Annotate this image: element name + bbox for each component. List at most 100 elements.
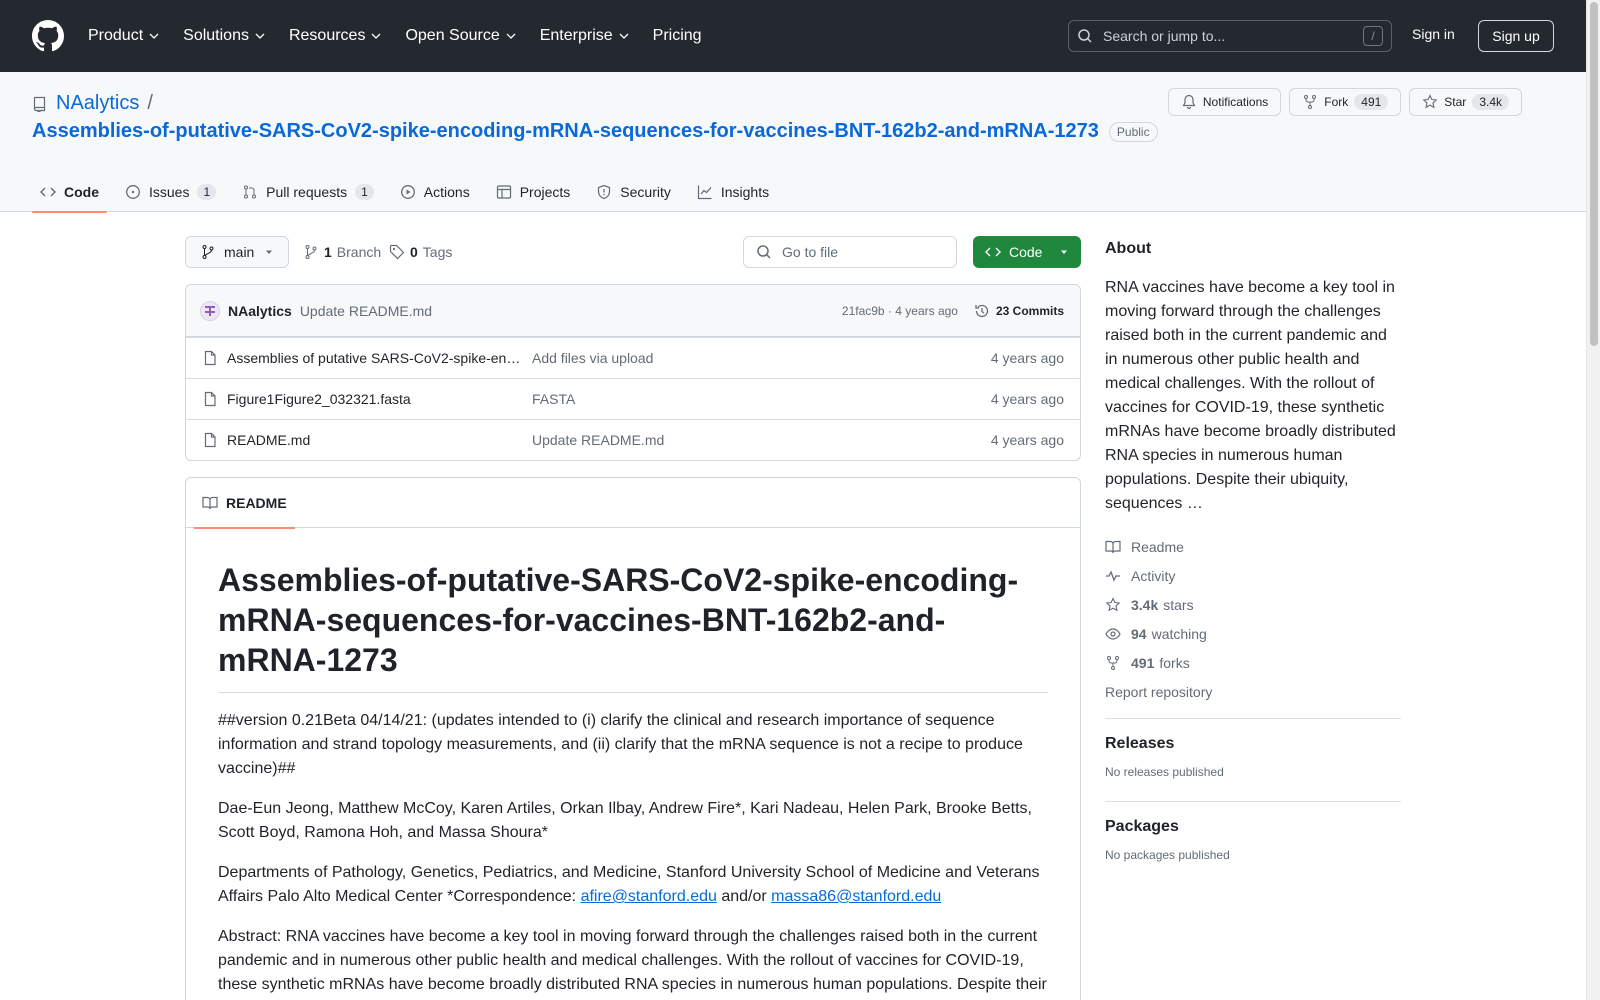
email-link-afire[interactable]: afire@stanford.edu	[581, 888, 717, 905]
fork-button[interactable]: Fork 491	[1289, 88, 1402, 116]
forks-link[interactable]: 491 forks	[1105, 648, 1401, 677]
tab-pull-requests-label: Pull requests	[266, 184, 348, 200]
readme-affiliation: Departments of Pathology, Genetics, Pedi…	[218, 861, 1048, 909]
readme-link[interactable]: Readme	[1105, 532, 1401, 561]
fork-label: Fork	[1324, 95, 1349, 109]
star-icon	[1422, 94, 1438, 109]
tab-issues-label: Issues	[149, 184, 190, 200]
nav-resources-label: Resources	[288, 27, 366, 44]
pulse-icon	[1106, 569, 1120, 582]
star-button[interactable]: Star 3.4k	[1409, 88, 1522, 116]
file-age: 4 years ago	[990, 432, 1064, 448]
code-dropdown-button[interactable]: Code	[973, 236, 1081, 268]
search-icon	[757, 245, 771, 259]
sign-up-button[interactable]: Sign up	[1478, 20, 1554, 52]
book-icon	[202, 496, 218, 509]
shield-icon	[598, 184, 611, 200]
file-name-link[interactable]: Assemblies of putative SARS-CoV2-spike-e…	[202, 350, 532, 366]
top-nav: Product Solutions Resources Open Source …	[88, 27, 724, 45]
nav-product[interactable]: Product	[88, 27, 169, 45]
repo-title-row: Assemblies-of-putative-SARS-CoV2-spike-e…	[32, 120, 1158, 143]
commits-history-link[interactable]: 23 Commits	[974, 303, 1064, 319]
report-repository-link[interactable]: Report repository	[1105, 677, 1401, 706]
github-logo-icon[interactable]	[32, 20, 64, 52]
about-sidebar: About RNA vaccines have become a key too…	[1105, 240, 1401, 862]
owner-separator: /	[147, 92, 153, 114]
nav-enterprise[interactable]: Enterprise	[540, 27, 639, 45]
readme-body: Assemblies-of-putative-SARS-CoV2-spike-e…	[186, 528, 1080, 1000]
page-scrollbar[interactable]	[1586, 0, 1600, 1000]
issue-icon	[126, 185, 140, 199]
tab-actions[interactable]: Actions	[392, 172, 478, 212]
sign-in-link[interactable]: Sign in	[1412, 26, 1455, 42]
activity-link[interactable]: Activity	[1105, 561, 1401, 590]
tab-issues[interactable]: Issues 1	[117, 172, 224, 212]
branches-link[interactable]: 1 Branch	[303, 244, 381, 260]
readme-title: Assemblies-of-putative-SARS-CoV2-spike-e…	[218, 560, 1048, 693]
nav-resources[interactable]: Resources	[289, 27, 391, 45]
readme-abstract: Abstract: RNA vaccines have become a key…	[218, 928, 1047, 993]
file-name: Figure1Figure2_032321.fasta	[227, 391, 411, 407]
repo-name-link[interactable]: Assemblies-of-putative-SARS-CoV2-spike-e…	[32, 120, 1099, 143]
book-icon	[1105, 540, 1121, 553]
latest-commit-row: NAalytics Update README.md 21fac9b · 4 y…	[186, 285, 1080, 337]
repo-icon	[33, 96, 46, 112]
scrollbar-thumb[interactable]	[1590, 2, 1598, 346]
tab-pull-requests[interactable]: Pull requests 1	[234, 172, 382, 212]
visibility-badge: Public	[1108, 121, 1158, 142]
readme-header: README	[186, 478, 1080, 529]
table-row: Assemblies of putative SARS-CoV2-spike-e…	[186, 337, 1080, 378]
file-list: NAalytics Update README.md 21fac9b · 4 y…	[185, 284, 1081, 461]
stars-link[interactable]: 3.4k stars	[1105, 590, 1401, 619]
branch-selector[interactable]: main	[185, 236, 289, 268]
readme-tab[interactable]: README	[194, 478, 295, 529]
go-to-file-input[interactable]: Go to file	[743, 236, 957, 268]
file-commit-message[interactable]: Add files via upload	[532, 350, 991, 366]
global-search-input[interactable]: Search or jump to... /	[1068, 20, 1392, 52]
readme-authors: Dae-Eun Jeong, Matthew McCoy, Karen Arti…	[218, 800, 1032, 841]
tab-code[interactable]: Code	[32, 172, 107, 213]
file-commit-message[interactable]: FASTA	[532, 391, 991, 407]
file-name: README.md	[227, 432, 311, 448]
stars-label: stars	[1163, 596, 1194, 613]
commit-author-link[interactable]: NAalytics	[228, 303, 292, 319]
repo-owner-link[interactable]: NAalytics	[56, 92, 139, 115]
commit-message-link[interactable]: Update README.md	[300, 303, 432, 319]
nav-pricing[interactable]: Pricing	[653, 27, 712, 45]
file-age: 4 years ago	[990, 391, 1064, 407]
tab-security[interactable]: Security	[588, 172, 679, 212]
eye-icon	[1105, 627, 1121, 640]
tab-projects-label: Projects	[519, 184, 571, 200]
repo-tabs: Code Issues 1 Pull requests 1 Actions Pr…	[32, 172, 787, 213]
nav-open-source[interactable]: Open Source	[405, 27, 525, 45]
repo-header: NAalytics / Assemblies-of-putative-SARS-…	[0, 72, 1586, 213]
packages-heading[interactable]: Packages	[1105, 818, 1401, 836]
nav-pricing-label: Pricing	[652, 27, 702, 44]
tags-link[interactable]: 0 Tags	[389, 244, 452, 260]
tab-insights-label: Insights	[720, 184, 770, 200]
branch-count: 1	[324, 244, 332, 260]
notifications-button[interactable]: Notifications	[1167, 88, 1282, 116]
chevron-down-icon	[371, 33, 381, 39]
tab-insights[interactable]: Insights	[689, 172, 777, 212]
tab-actions-label: Actions	[423, 184, 470, 200]
file-commit-message[interactable]: Update README.md	[532, 432, 991, 448]
releases-heading[interactable]: Releases	[1105, 735, 1401, 753]
watching-label: watching	[1151, 625, 1207, 642]
email-link-massa[interactable]: massa86@stanford.edu	[771, 888, 941, 905]
branch-name: main	[224, 244, 255, 260]
watchers-link[interactable]: 94 watching	[1105, 619, 1401, 648]
tag-icon	[389, 244, 405, 260]
avatar[interactable]	[200, 300, 220, 321]
tab-projects[interactable]: Projects	[488, 172, 579, 212]
nav-solutions-label: Solutions	[183, 27, 249, 44]
readme-link-label: Readme	[1131, 538, 1184, 555]
chevron-down-icon	[149, 33, 159, 39]
repo-owner-row: NAalytics /	[32, 92, 153, 115]
commit-hash-and-age[interactable]: 21fac9b · 4 years ago	[842, 304, 958, 318]
file-name-link[interactable]: README.md	[202, 432, 532, 448]
nav-solutions[interactable]: Solutions	[183, 27, 275, 45]
chevron-down-icon	[255, 33, 265, 39]
file-name-link[interactable]: Figure1Figure2_032321.fasta	[202, 391, 532, 407]
history-icon	[975, 304, 989, 317]
